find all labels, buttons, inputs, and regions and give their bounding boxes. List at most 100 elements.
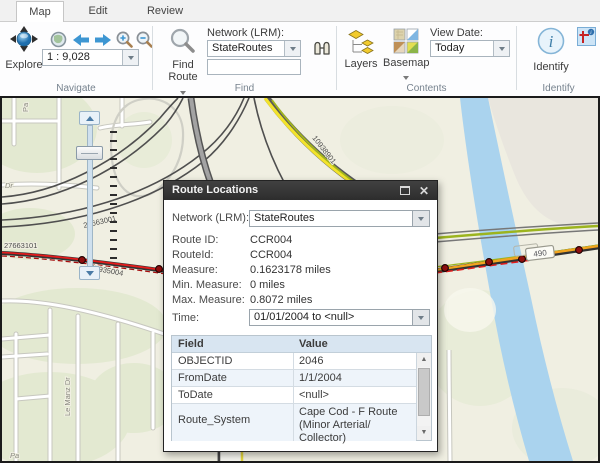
view-date-label: View Date:	[430, 27, 483, 39]
maximize-icon[interactable]	[400, 186, 410, 195]
basemap-button[interactable]: Basemap	[383, 28, 429, 83]
field-cell: ToDate	[178, 389, 290, 401]
tab-edit[interactable]: Edit	[76, 0, 120, 22]
table-scrollbar[interactable]: ▲ ▼	[416, 353, 431, 440]
explore-label: Explore	[2, 60, 46, 71]
max-measure-value: 0.8072 miles	[250, 294, 312, 306]
map-scale-combobox[interactable]: 1 : 9,028	[42, 49, 139, 66]
chevron-down-icon	[499, 47, 505, 51]
route-locations-dialog: Route Locations ✕ Network (LRM): StateRo…	[163, 180, 438, 452]
route-shield: 490	[525, 245, 554, 260]
view-date-value: Today	[435, 41, 464, 56]
network-lrm-label: Network (LRM):	[207, 27, 284, 39]
routeid-label: RouteId:	[172, 249, 214, 261]
time-combobox[interactable]: 01/01/2004 to <null>	[249, 309, 430, 326]
route-id-value: CCR004	[250, 234, 292, 246]
value-column-header: Value	[299, 336, 328, 353]
explore-button[interactable]: Explore	[2, 26, 46, 71]
basemap-label: Basemap	[383, 58, 429, 69]
identify-route-location-tool-button[interactable]: i	[577, 27, 596, 46]
table-row: ToDate <null>	[172, 387, 416, 404]
scroll-up-button[interactable]: ▲	[417, 353, 431, 367]
view-date-combobox[interactable]: Today	[430, 40, 510, 57]
full-extent-button[interactable]	[50, 31, 67, 51]
zoom-slider-ticks	[110, 131, 117, 259]
chevron-down-icon	[403, 76, 409, 80]
view-date-dropdown-button[interactable]	[493, 41, 509, 56]
explore-icon	[7, 26, 41, 56]
table-row: FromDate 1/1/2004	[172, 370, 416, 387]
zoom-slider-down-button[interactable]	[79, 266, 100, 280]
dialog-network-dropdown-button[interactable]	[412, 211, 429, 226]
value-cell: <null>	[299, 389, 413, 401]
attributes-table: Field Value OBJECTID 2046 FromDate 1/1/2…	[171, 335, 432, 441]
navigate-group-label: Navigate	[0, 83, 152, 94]
close-icon[interactable]: ✕	[419, 183, 429, 199]
field-cell: Route_System	[178, 414, 290, 426]
layers-label: Layers	[341, 59, 381, 70]
table-row: OBJECTID 2046	[172, 353, 416, 370]
zoom-in-icon	[115, 30, 134, 49]
dialog-network-combobox[interactable]: StateRoutes	[249, 210, 430, 227]
ribbon-group-navigate: Explore	[0, 22, 152, 96]
ribbon: Explore	[0, 22, 600, 96]
network-lrm-dropdown-button[interactable]	[284, 41, 300, 56]
find-group-label: Find	[153, 83, 336, 94]
next-extent-button[interactable]	[94, 33, 112, 50]
search-routes-button[interactable]	[313, 41, 331, 58]
triangle-up-icon	[86, 116, 94, 121]
value-cell: Cape Cod - F Route (Minor Arterial/ Coll…	[299, 406, 413, 445]
identify-icon: i	[535, 26, 567, 58]
scrollbar-thumb[interactable]	[418, 368, 430, 416]
identify-label: Identify	[525, 62, 577, 73]
chevron-down-icon	[290, 47, 296, 51]
dialog-network-label: Network (LRM):	[172, 212, 249, 224]
column-divider	[293, 370, 294, 386]
previous-extent-button[interactable]	[72, 33, 90, 50]
max-measure-label: Max. Measure:	[172, 294, 245, 306]
field-column-header: Field	[178, 336, 204, 353]
dialog-title-bar[interactable]: Route Locations ✕	[164, 181, 437, 200]
map-scale-dropdown-button[interactable]	[122, 50, 138, 65]
field-cell: FromDate	[178, 372, 290, 384]
road	[449, 350, 450, 461]
network-lrm-combobox[interactable]: StateRoutes	[207, 40, 301, 57]
find-route-search-input[interactable]	[207, 59, 301, 75]
find-route-label-line1: Find	[161, 60, 205, 71]
chevron-down-icon	[418, 316, 424, 320]
street-label: Pa	[10, 451, 19, 460]
column-divider	[293, 404, 294, 441]
find-route-label-line2: Route	[161, 72, 205, 83]
time-label: Time:	[172, 312, 199, 324]
identify-route-location-icon: i	[578, 28, 595, 45]
scroll-down-button[interactable]: ▼	[417, 426, 431, 440]
identify-button[interactable]: i Identify	[525, 26, 577, 73]
time-dropdown-button[interactable]	[412, 310, 429, 325]
tab-review[interactable]: Review	[136, 0, 194, 22]
ribbon-group-identify: i Identify i Identify	[517, 22, 600, 96]
chevron-down-icon	[418, 217, 424, 221]
layers-icon	[347, 28, 375, 55]
value-cell: 1/1/2004	[299, 372, 413, 384]
zoom-slider-handle[interactable]	[76, 146, 103, 160]
triangle-down-icon	[86, 271, 94, 276]
route-id-label: 27663101	[4, 241, 37, 250]
find-route-icon	[168, 28, 198, 56]
land-patch	[444, 288, 496, 332]
route-id-label: Route ID:	[172, 234, 218, 246]
table-row: Route_System Cape Cod - F Route (Minor A…	[172, 404, 416, 441]
street-label: Le Manz Dr	[63, 377, 72, 416]
measure-label: Measure:	[172, 264, 218, 276]
dialog-network-value: StateRoutes	[254, 211, 315, 226]
layers-button[interactable]: Layers	[341, 28, 381, 70]
ribbon-tab-bar: Map Edit Review	[0, 0, 600, 22]
tab-map[interactable]: Map	[16, 1, 64, 22]
street-label: Dr	[5, 181, 13, 190]
routeid-value: CCR004	[250, 249, 292, 261]
zoom-slider-up-button[interactable]	[79, 111, 100, 125]
basemap-icon	[393, 28, 419, 54]
column-divider	[293, 353, 294, 369]
ribbon-group-contents: Layers Basemap View Date: Today	[337, 22, 516, 96]
arrow-left-icon	[72, 33, 90, 47]
svg-text:490: 490	[533, 248, 548, 259]
